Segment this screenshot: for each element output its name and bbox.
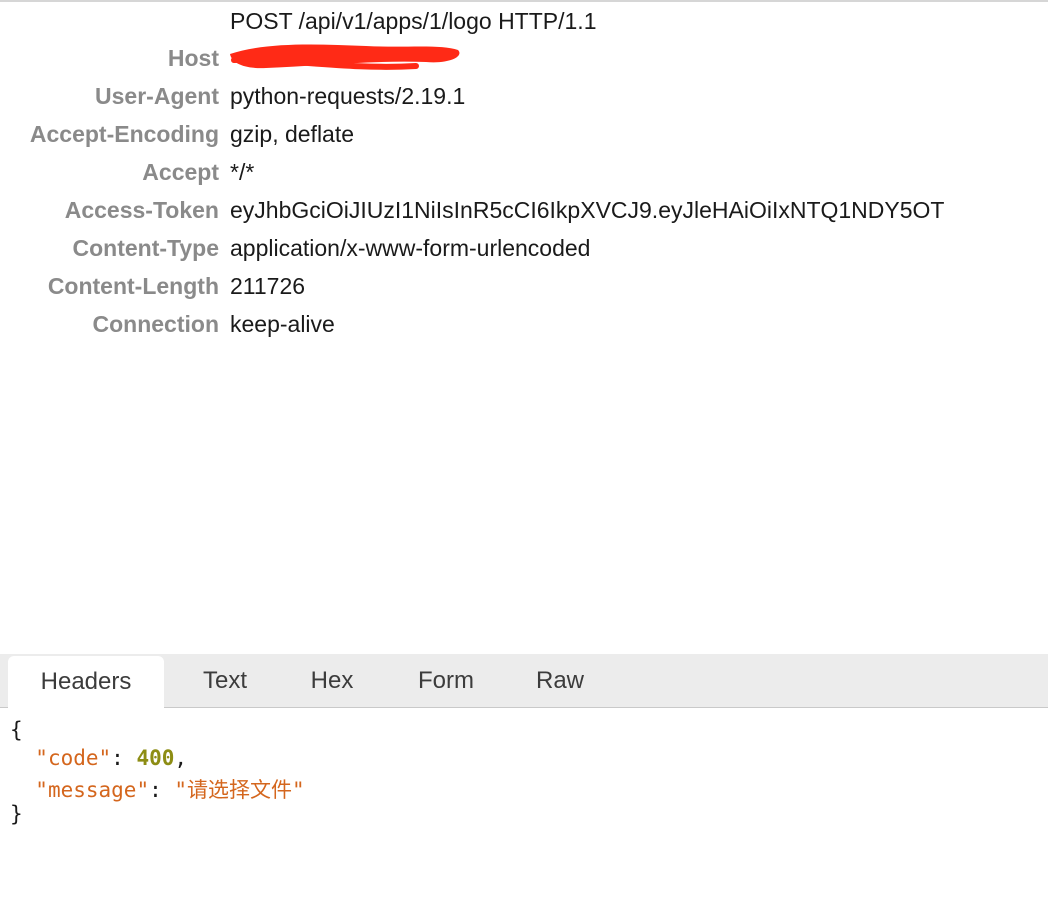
header-value[interactable]: gzip, deflate [230, 121, 354, 148]
response-body[interactable]: { "code": 400, "message": "请选择文件" } [0, 708, 1048, 902]
header-name: Content-Length [47, 273, 219, 299]
header-value[interactable]: application/x-www-form-urlencoded [230, 235, 590, 262]
json-value: 400 [136, 746, 175, 770]
header-value[interactable]: eyJhbGciOiJIUzI1NiIsInR5cCI6IkpXVCJ9.eyJ… [230, 197, 944, 224]
json-line-open: { [10, 718, 23, 746]
json-comma: , [174, 746, 188, 770]
header-row-content-type: Content-Type application/x-www-form-urle… [0, 235, 1048, 273]
json-line-message: "message": "请选择文件" [10, 774, 305, 802]
header-name: User-Agent [95, 83, 219, 109]
json-colon: : [149, 778, 175, 802]
header-row-connection: Connection keep-alive [0, 311, 1048, 349]
header-name: Content-Type [72, 235, 219, 261]
json-key: "code" [35, 746, 112, 770]
json-open-brace: { [10, 718, 23, 742]
header-row-host: Host [0, 45, 1048, 83]
header-row-access-token: Access-Token eyJhbGciOiJIUzI1NiIsInR5cCI… [0, 197, 1048, 235]
json-colon: : [111, 746, 137, 770]
request-headers-pane: POST /api/v1/apps/1/logo HTTP/1.1 Host U… [0, 2, 1048, 654]
json-close-brace: } [10, 802, 23, 826]
header-name: Accept [142, 159, 219, 185]
header-row-user-agent: User-Agent python-requests/2.19.1 [0, 83, 1048, 121]
tab-raw[interactable]: Raw [516, 654, 604, 707]
header-row-accept-encoding: Accept-Encoding gzip, deflate [0, 121, 1048, 159]
header-value[interactable]: 211726 [230, 273, 305, 300]
tab-headers[interactable]: Headers [8, 656, 164, 708]
header-row-content-length: Content-Length 211726 [0, 273, 1048, 311]
response-tab-bar: Headers Text Hex Form Raw [0, 654, 1048, 708]
header-value[interactable]: keep-alive [230, 311, 335, 338]
header-row-accept: Accept */* [0, 159, 1048, 197]
request-line: POST /api/v1/apps/1/logo HTTP/1.1 [230, 8, 597, 34]
header-name: Accept-Encoding [29, 121, 219, 147]
tab-text[interactable]: Text [178, 654, 272, 707]
json-line-close: } [10, 802, 23, 830]
json-line-code: "code": 400, [10, 746, 187, 774]
header-name: Connection [92, 311, 220, 337]
tab-form[interactable]: Form [396, 654, 496, 707]
header-name: Access-Token [64, 197, 219, 223]
json-key: "message" [35, 778, 150, 802]
tab-hex[interactable]: Hex [292, 654, 372, 707]
header-value[interactable]: */* [230, 159, 254, 186]
header-name: Host [167, 45, 219, 71]
json-value: "请选择文件" [174, 778, 305, 802]
header-value[interactable]: python-requests/2.19.1 [230, 83, 465, 110]
